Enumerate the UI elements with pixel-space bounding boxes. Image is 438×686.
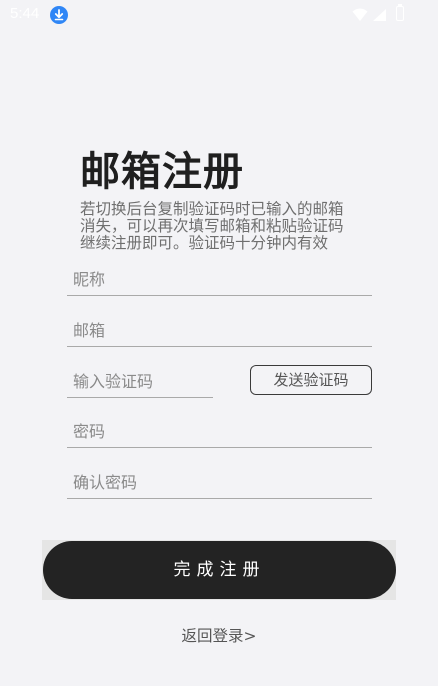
confirm-password-field [67, 468, 372, 499]
verification-code-field [67, 367, 213, 398]
nickname-input[interactable] [73, 267, 353, 291]
download-icon [50, 6, 68, 24]
send-code-button[interactable]: 发送验证码 [250, 365, 372, 395]
signal-icon [372, 7, 387, 26]
status-time: 5:44 [10, 5, 40, 22]
nickname-field [67, 265, 372, 296]
verification-code-input[interactable] [73, 369, 209, 393]
page-title: 邮箱注册 [80, 149, 244, 195]
complete-registration-button[interactable]: 完成注册 [43, 541, 396, 599]
confirm-password-input[interactable] [73, 470, 353, 494]
battery-icon [396, 4, 404, 21]
password-input[interactable] [73, 419, 353, 443]
back-to-login-link[interactable]: 返回登录> [0, 624, 438, 646]
email-field [67, 316, 372, 347]
wifi-icon [352, 7, 368, 26]
status-bar: 5:44 [0, 0, 438, 30]
password-field [67, 417, 372, 448]
register-hint-text: 若切换后台复制验证码时已输入的邮箱消失，可以再次填写邮箱和粘贴验证码继续注册即可… [80, 200, 344, 252]
email-input[interactable] [73, 318, 353, 342]
